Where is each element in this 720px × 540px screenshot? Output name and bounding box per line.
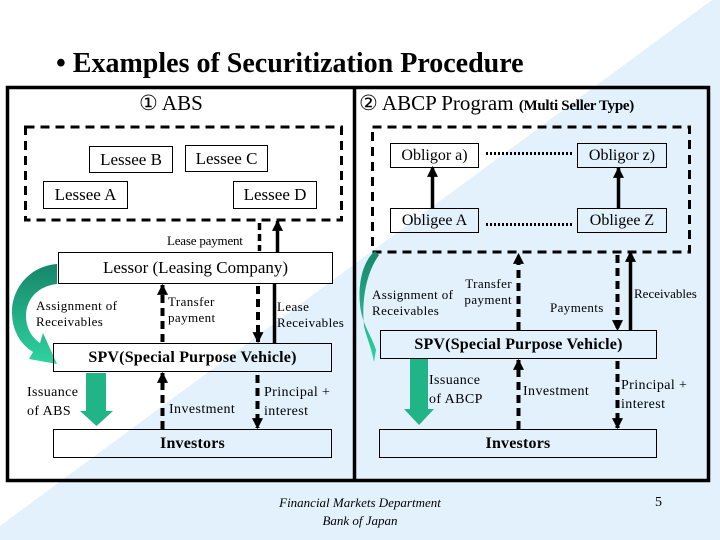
abs-principal-interest-label: Principal + interest (264, 383, 330, 421)
abcp-principal-label-line-2: interest (621, 397, 666, 412)
abs-lease-receivables-label-line-2: Receivables (277, 315, 345, 330)
lessee-a-box: Lessee A (43, 181, 128, 209)
abcp-assignment-label: Assignment of Receivables (372, 287, 453, 319)
page-number: 5 (655, 495, 662, 510)
abs-issuance-label-line-1: Issuance (27, 385, 79, 400)
obligee-z-box: Obligee Z (577, 208, 667, 233)
abs-lease-receivables-label: Lease Receivables (277, 299, 344, 331)
abs-principal-label-line-2: interest (264, 404, 309, 419)
lessee-c-box: Lessee C (185, 145, 268, 172)
abs-transfer-payment-label-line-2: payment (168, 310, 216, 325)
abs-lease-payment-label: Lease payment (167, 233, 243, 248)
abcp-column-header: ② ABCP Program (Multi Seller Type) (359, 89, 634, 120)
abcp-payments-label: Payments (550, 300, 604, 315)
abs-issuance-label: Issuance of ABS (27, 383, 78, 421)
abs-assignment-label: Assignment of Receivables (36, 298, 117, 330)
abs-transfer-payment-label-line-1: Transfer (168, 294, 215, 309)
abs-transfer-payment-label: Transfer payment (168, 294, 216, 326)
abs-assignment-label-line-1: Assignment of (36, 298, 118, 313)
abcp-header-note: (Multi Seller Type) (518, 98, 634, 114)
obligee-a-box: Obligee A (390, 208, 479, 233)
abcp-receivables-label: Receivables (634, 286, 697, 301)
abcp-issuance-label-line-2: of ABCP (429, 392, 483, 407)
abs-issuance-arrow (80, 373, 113, 426)
abcp-principal-interest-label: Principal + interest (621, 376, 687, 414)
abs-spv-box: SPV(Special Purpose Vehicle) (53, 343, 332, 372)
abcp-issuance-label: Issuance of ABCP (429, 371, 483, 409)
footer-credit: Financial Markets Department Bank of Jap… (240, 494, 480, 530)
abcp-transfer-payment-label-line-2: payment (464, 292, 512, 307)
lessee-b-box: Lessee B (89, 146, 173, 173)
abs-principal-label-line-1: Principal + (264, 385, 331, 400)
abcp-principal-label-line-1: Principal + (621, 378, 688, 393)
abs-column-header: ① ABS (139, 91, 203, 115)
abs-assignment-label-line-2: Receivables (36, 314, 104, 329)
abcp-header-title: ② ABCP Program (359, 91, 519, 115)
abcp-investment-label: Investment (523, 384, 590, 399)
abs-investors-box: Investors (53, 429, 332, 458)
slide-title: • Examples of Securitization Procedure (56, 48, 524, 79)
abs-issuance-label-line-2: of ABS (27, 404, 72, 419)
footer-department: Financial Markets Department (279, 495, 441, 510)
abcp-transfer-payment-label-line-1: Transfer (465, 276, 512, 291)
abs-lease-receivables-label-line-1: Lease (277, 299, 310, 314)
abs-investment-label: Investment (169, 402, 236, 417)
abcp-investors-box: Investors (379, 429, 657, 458)
abcp-spv-box: SPV(Special Purpose Vehicle) (380, 330, 657, 359)
abcp-assignment-label-line-1: Assignment of (372, 287, 454, 302)
abcp-issuance-label-line-1: Issuance (429, 373, 481, 388)
abcp-assignment-label-line-2: Receivables (372, 303, 440, 318)
abcp-transfer-payment-label: Transfer payment (462, 276, 512, 308)
lessee-d-box: Lessee D (233, 181, 317, 209)
obligor-a-box: Obligor a) (390, 143, 479, 168)
footer-organization: Bank of Japan (322, 513, 398, 528)
obligor-z-box: Obligor z) (577, 143, 667, 168)
lessor-box: Lessor (Leasing Company) (58, 252, 333, 284)
